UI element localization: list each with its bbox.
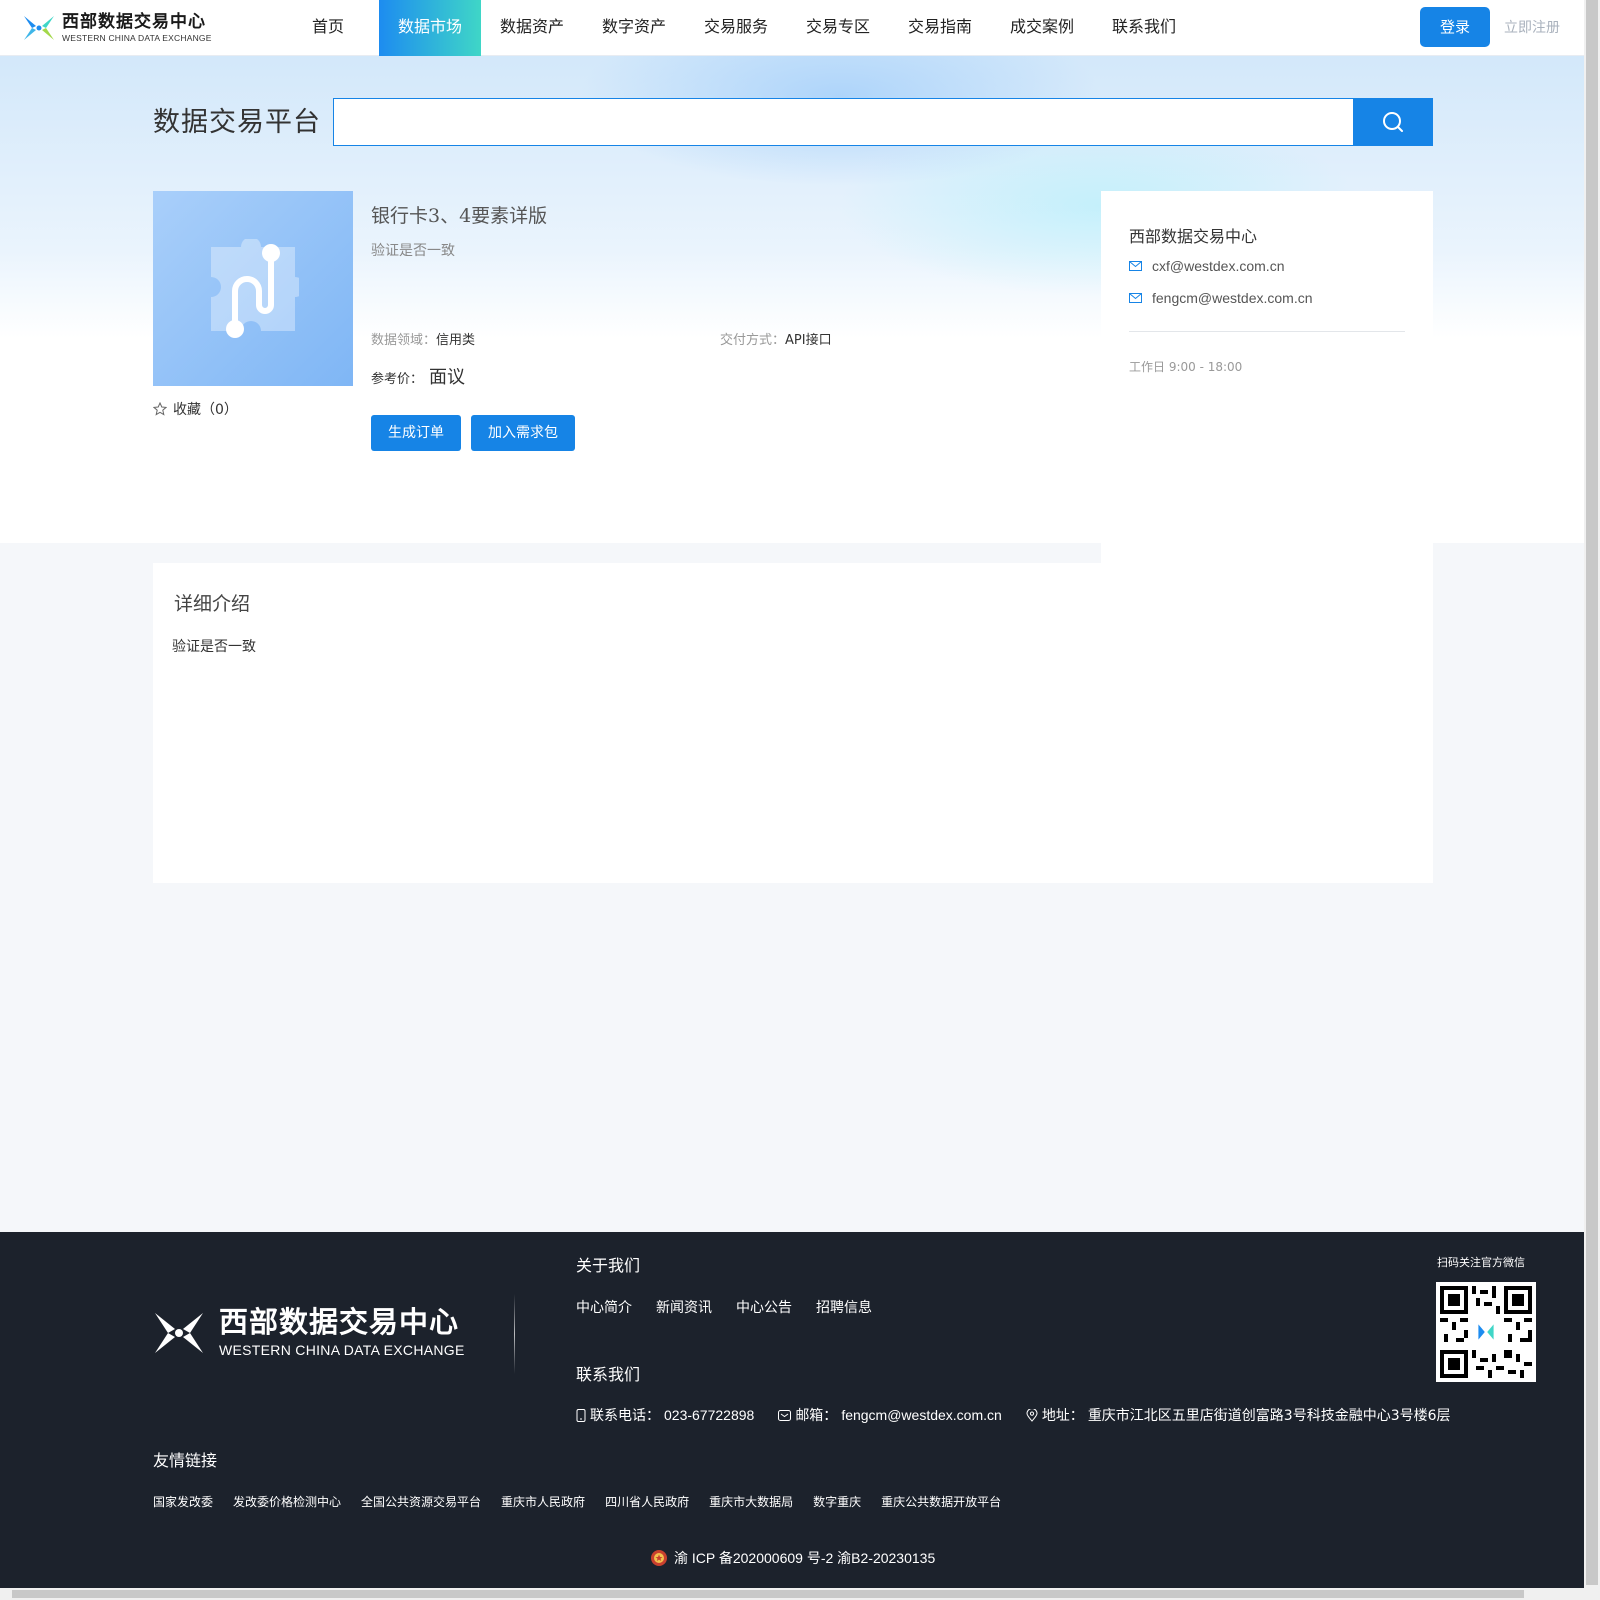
platform-title: 数据交易平台 <box>153 107 321 138</box>
nav-digital-assets[interactable]: 数字资产 <box>583 0 685 56</box>
seller-email-text: fengcm@westdex.com.cn <box>1152 290 1313 306</box>
data-domain-value: 信用类 <box>436 333 476 348</box>
friend-link[interactable]: 重庆公共数据开放平台 <box>881 1493 1001 1510</box>
star-icon <box>153 402 167 416</box>
about-link-jobs[interactable]: 招聘信息 <box>816 1297 872 1317</box>
mail-icon <box>1129 293 1142 303</box>
friend-link[interactable]: 全国公共资源交易平台 <box>361 1493 481 1510</box>
seller-email-text: cxf@westdex.com.cn <box>1152 258 1285 274</box>
footer-logo[interactable]: 西部数据交易中心 WESTERN CHINA DATA EXCHANGE <box>153 1308 465 1358</box>
horizontal-scrollbar[interactable] <box>0 1588 1584 1600</box>
search-button[interactable] <box>1353 98 1433 146</box>
search-input[interactable] <box>333 98 1433 146</box>
footer-logo-subtitle: WESTERN CHINA DATA EXCHANGE <box>219 1342 465 1358</box>
seller-email-1[interactable]: cxf@westdex.com.cn <box>1129 258 1284 274</box>
about-links: 中心简介 新闻资讯 中心公告 招聘信息 <box>576 1297 872 1317</box>
friend-link[interactable]: 重庆市人民政府 <box>501 1493 585 1510</box>
nav-data-assets[interactable]: 数据资产 <box>481 0 583 56</box>
site-footer: 西部数据交易中心 WESTERN CHINA DATA EXCHANGE 关于我… <box>0 1232 1584 1588</box>
contact-email-label: 邮箱： <box>795 1408 838 1424</box>
logo-mark-icon <box>22 12 56 44</box>
nav-trade-guide[interactable]: 交易指南 <box>889 0 991 56</box>
generate-order-button[interactable]: 生成订单 <box>371 415 461 451</box>
friend-link[interactable]: 国家发改委 <box>153 1493 213 1510</box>
register-link[interactable]: 立即注册 <box>1504 17 1560 37</box>
contact-title: 联系我们 <box>576 1365 641 1384</box>
nav-data-market[interactable]: 数据市场 <box>379 0 481 56</box>
friend-link[interactable]: 重庆市大数据局 <box>709 1493 793 1510</box>
login-button[interactable]: 登录 <box>1420 7 1490 47</box>
site-logo[interactable]: 西部数据交易中心 WESTERN CHINA DATA EXCHANGE <box>22 12 212 44</box>
contact-email: 邮箱： fengcm@westdex.com.cn <box>778 1405 1002 1425</box>
nav-trade-zone[interactable]: 交易专区 <box>787 0 889 56</box>
nav-trade-services[interactable]: 交易服务 <box>685 0 787 56</box>
footer-logo-mark-icon <box>155 1313 203 1353</box>
main-nav: 首页 数据市场 数据资产 数字资产 交易服务 交易专区 交易指南 成交案例 联系… <box>277 0 1195 56</box>
footer-divider <box>514 1294 515 1374</box>
vertical-scrollbar[interactable] <box>1584 0 1600 1600</box>
about-title: 关于我们 <box>576 1256 641 1275</box>
friend-link[interactable]: 四川省人民政府 <box>605 1493 689 1510</box>
contact-address: 地址： 重庆市江北区五里店街道创富路3号科技金融中心3号楼6层 <box>1026 1405 1451 1425</box>
favorite-label: 收藏（0） <box>173 402 238 418</box>
mail-icon <box>1129 261 1142 271</box>
delivery-method-value: API接口 <box>785 333 832 348</box>
nav-cases[interactable]: 成交案例 <box>991 0 1093 56</box>
phone-icon <box>576 1408 586 1422</box>
product-image <box>153 191 353 386</box>
contact-email-value: fengcm@westdex.com.cn <box>841 1407 1002 1423</box>
contact-info: 联系电话： 023-67722898 邮箱： fengcm@westdex.com.… <box>576 1405 1451 1425</box>
price-value: 面议 <box>429 367 466 388</box>
data-domain-label: 数据领域： <box>371 333 437 348</box>
horizontal-scrollbar-thumb[interactable] <box>12 1590 1524 1598</box>
delivery-method: 交付方式：API接口 <box>720 329 832 348</box>
search-icon <box>1383 112 1403 132</box>
detail-section: 详细介绍 验证是否一致 <box>153 563 1433 883</box>
top-navigation-bar: 西部数据交易中心 WESTERN CHINA DATA EXCHANGE 首页 … <box>0 0 1584 56</box>
friend-link[interactable]: 发改委价格检测中心 <box>233 1493 341 1510</box>
friend-links-title: 友情链接 <box>153 1451 218 1470</box>
qr-code-icon <box>1440 1286 1532 1378</box>
detail-title: 详细介绍 <box>174 593 251 615</box>
product-hero: 数据交易平台 收藏（0） 银行卡3、4要素详版 验证是否一致 数据领域：信用类 … <box>0 56 1584 566</box>
wechat-qr-code <box>1436 1282 1536 1382</box>
data-domain: 数据领域：信用类 <box>371 329 475 348</box>
seller-contact-card: 西部数据交易中心 cxf@westdex.com.cn fengcm@westd… <box>1101 191 1433 566</box>
working-hours: 工作日 9:00 - 18:00 <box>1129 360 1243 374</box>
product-subtitle: 验证是否一致 <box>371 243 455 259</box>
logo-subtitle: WESTERN CHINA DATA EXCHANGE <box>62 32 212 43</box>
about-link-notices[interactable]: 中心公告 <box>736 1297 792 1317</box>
logo-title: 西部数据交易中心 <box>62 11 206 32</box>
friend-links: 国家发改委 发改委价格检测中心 全国公共资源交易平台 重庆市人民政府 四川省人民… <box>153 1493 1001 1510</box>
add-to-package-button[interactable]: 加入需求包 <box>471 415 575 451</box>
reference-price: 参考价： 面议 <box>371 363 465 389</box>
favorite-button[interactable]: 收藏（0） <box>153 399 238 419</box>
friend-link[interactable]: 数字重庆 <box>813 1493 861 1510</box>
vertical-scrollbar-thumb[interactable] <box>1586 0 1598 1585</box>
police-badge-icon <box>651 1550 667 1566</box>
mail-icon <box>778 1409 792 1421</box>
api-puzzle-icon <box>211 238 299 338</box>
contact-address-value: 重庆市江北区五里店街道创富路3号科技金融中心3号楼6层 <box>1087 1408 1451 1424</box>
delivery-method-label: 交付方式： <box>720 333 786 348</box>
contact-phone: 联系电话： 023-67722898 <box>576 1405 754 1425</box>
divider <box>1129 331 1405 332</box>
seller-name: 西部数据交易中心 <box>1129 227 1258 246</box>
location-icon <box>1026 1408 1038 1422</box>
about-link-intro[interactable]: 中心简介 <box>576 1297 632 1317</box>
icp-text: 渝 ICP 备202000609 号-2 渝B2-20230135 <box>674 1550 936 1566</box>
contact-phone-value: 023-67722898 <box>664 1407 755 1423</box>
qr-label: 扫码关注官方微信 <box>1437 1256 1525 1269</box>
footer-logo-title: 西部数据交易中心 <box>219 1305 460 1339</box>
price-label: 参考价： <box>371 372 424 387</box>
nav-contact[interactable]: 联系我们 <box>1093 0 1195 56</box>
about-link-news[interactable]: 新闻资讯 <box>656 1297 712 1317</box>
icp-record[interactable]: 渝 ICP 备202000609 号-2 渝B2-20230135 <box>650 1548 935 1568</box>
detail-body: 验证是否一致 <box>172 639 256 655</box>
product-title: 银行卡3、4要素详版 <box>371 205 548 227</box>
nav-home[interactable]: 首页 <box>277 0 379 56</box>
contact-phone-label: 联系电话： <box>590 1408 660 1424</box>
contact-address-label: 地址： <box>1041 1408 1084 1424</box>
seller-email-2[interactable]: fengcm@westdex.com.cn <box>1129 290 1313 306</box>
